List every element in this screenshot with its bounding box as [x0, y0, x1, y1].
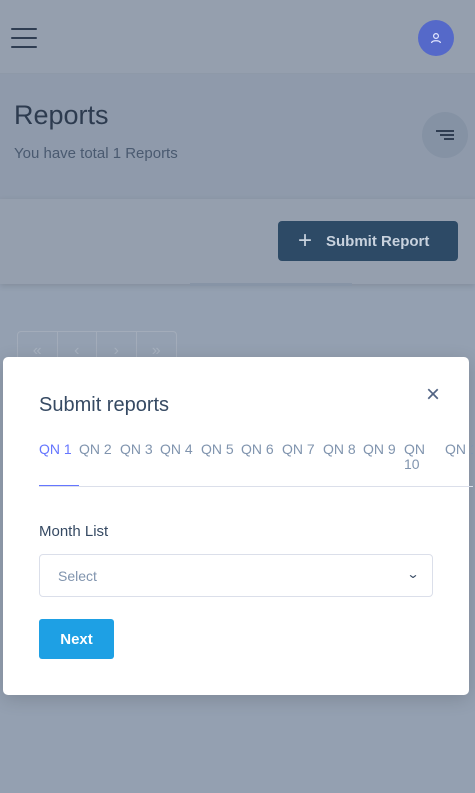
user-avatar[interactable] — [418, 20, 454, 56]
month-list-label: Month List — [39, 523, 109, 540]
submit-report-button[interactable]: + Submit Report — [278, 221, 458, 261]
hamburger-icon[interactable] — [11, 28, 37, 48]
submit-report-label: Submit Report — [326, 232, 430, 250]
page-subtitle: You have total 1 Reports — [14, 145, 178, 162]
tab-qn-5[interactable]: QN 5 — [201, 441, 241, 486]
page-header — [0, 74, 475, 199]
close-icon[interactable]: × — [422, 383, 444, 407]
scroll-indicator — [190, 283, 352, 286]
tab-qn-3[interactable]: QN 3 — [120, 441, 160, 486]
page-title: Reports — [14, 100, 109, 130]
plus-icon: + — [298, 227, 313, 254]
tab-qn-1[interactable]: QN 1 — [39, 441, 79, 486]
tab-qn-8[interactable]: QN 8 — [323, 441, 363, 486]
select-value: Select — [58, 567, 97, 584]
tab-qn-10[interactable]: QN 10 — [404, 441, 444, 486]
filter-lines-icon[interactable] — [422, 112, 468, 158]
month-list-select[interactable]: Select ⌄ — [39, 554, 433, 597]
top-bar — [0, 0, 475, 74]
tab-qn-4[interactable]: QN 4 — [160, 441, 200, 486]
submit-reports-modal: Submit reports × QN 1 QN 2 QN 3 QN 4 QN … — [3, 357, 473, 695]
chevron-down-icon: ⌄ — [406, 567, 420, 581]
question-tabs: QN 1 QN 2 QN 3 QN 4 QN 5 QN 6 QN 7 QN 8 … — [39, 441, 473, 487]
tab-qn-11[interactable]: QN 11 — [445, 441, 473, 486]
tab-qn-7[interactable]: QN 7 — [282, 441, 322, 486]
tab-qn-6[interactable]: QN 6 — [241, 441, 281, 486]
next-button[interactable]: Next — [39, 619, 114, 659]
user-icon — [430, 32, 442, 44]
tab-qn-2[interactable]: QN 2 — [79, 441, 119, 486]
modal-title: Submit reports — [39, 394, 170, 416]
tab-qn-9[interactable]: QN 9 — [363, 441, 403, 486]
